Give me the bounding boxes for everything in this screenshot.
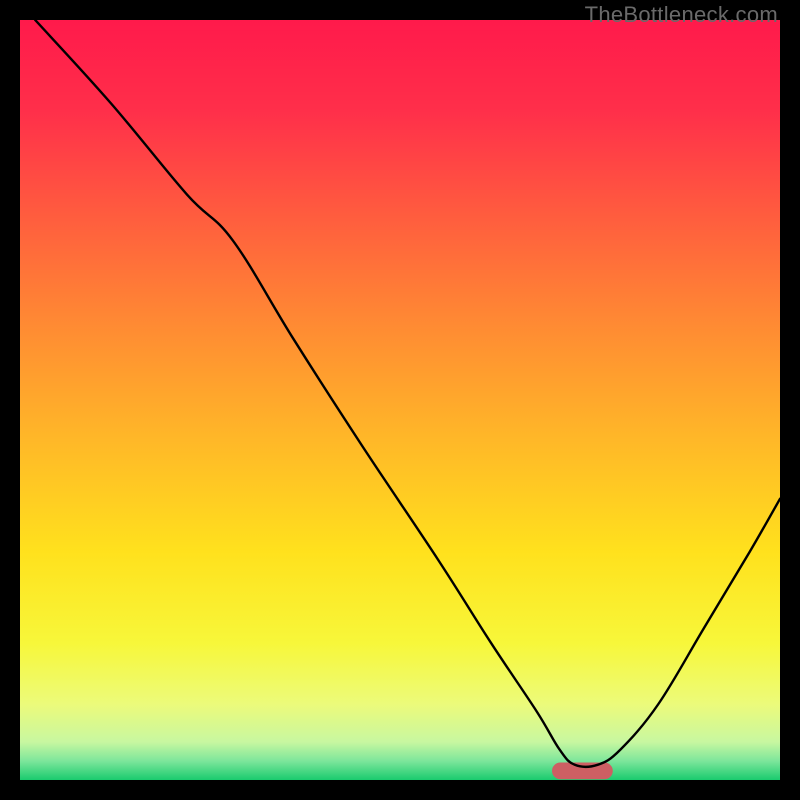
chart-svg (20, 20, 780, 780)
chart-background (20, 20, 780, 780)
plot-area (20, 20, 780, 780)
watermark-text: TheBottleneck.com (585, 2, 778, 28)
optimal-marker (552, 763, 613, 780)
chart-frame: TheBottleneck.com (0, 0, 800, 800)
